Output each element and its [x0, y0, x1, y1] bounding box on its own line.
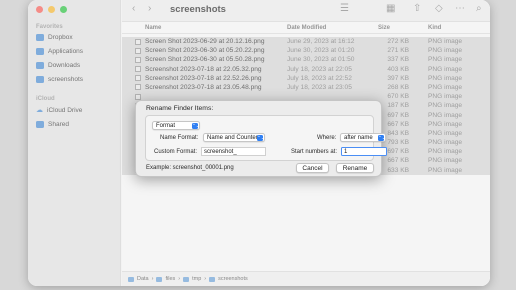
rename-options-panel: Format ⌃⌄ Name Format: Name and Counter … [145, 115, 387, 161]
custom-format-label: Custom Format: [154, 149, 198, 155]
name-format-value: Name and Counter [207, 135, 258, 141]
mode-select-value: Format [156, 123, 176, 129]
custom-format-input[interactable]: screenshot_ [201, 147, 266, 156]
chevron-updown-icon: ⌃⌄ [378, 135, 386, 141]
chevron-updown-icon: ⌃⌄ [192, 123, 200, 129]
rename-button[interactable]: Rename [336, 163, 374, 173]
cancel-button[interactable]: Cancel [296, 163, 329, 173]
example-text: Example: screenshot_00001.png [146, 165, 234, 171]
start-numbers-label: Start numbers at: [291, 149, 338, 155]
rename-dialog: Rename Finder Items: Format ⌃⌄ Name Form… [135, 100, 387, 177]
name-format-label: Name Format: [160, 135, 199, 141]
where-label: Where: [317, 135, 337, 141]
dialog-title: Rename Finder Items: [146, 105, 214, 112]
where-select[interactable]: after name ⌃⌄ [340, 133, 386, 142]
where-value: after name [344, 135, 373, 141]
chevron-updown-icon: ⌃⌄ [257, 135, 265, 141]
name-format-select[interactable]: Name and Counter ⌃⌄ [203, 133, 265, 142]
start-number-input[interactable]: 1 [341, 147, 387, 156]
mode-select[interactable]: Format ⌃⌄ [152, 121, 200, 130]
